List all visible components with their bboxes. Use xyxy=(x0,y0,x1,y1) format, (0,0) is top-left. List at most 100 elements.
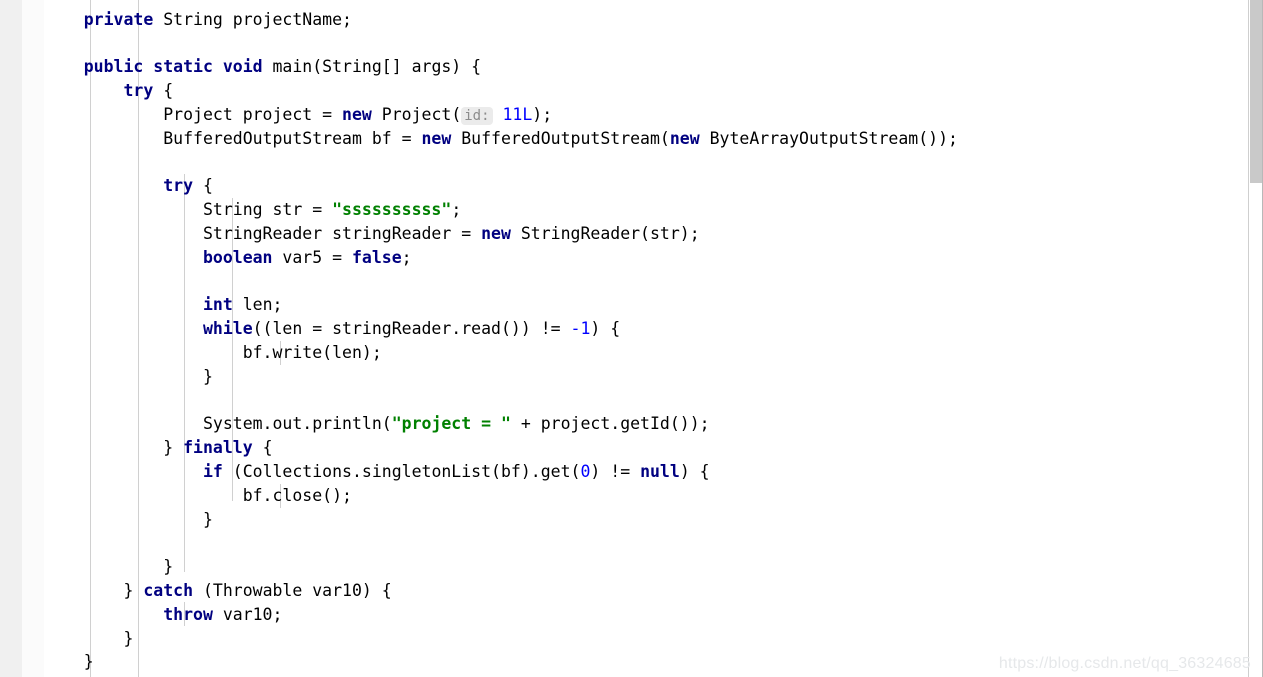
code-line[interactable]: Project project = new Project(id: 11L); xyxy=(44,103,958,127)
code-line[interactable]: } xyxy=(44,650,958,674)
editor-text-area[interactable]: private String projectName; public stati… xyxy=(44,0,1263,677)
code-line[interactable]: try { xyxy=(44,79,958,103)
code-line[interactable]: bf.close(); xyxy=(44,484,958,508)
code-token: { xyxy=(193,176,213,196)
watermark-text: https://blog.csdn.net/qq_36324685 xyxy=(998,655,1251,672)
code-line[interactable]: StringReader stringReader = new StringRe… xyxy=(44,222,958,246)
code-token: bf.write(len); xyxy=(242,342,382,362)
code-folding-strip[interactable] xyxy=(22,0,61,677)
code-line[interactable]: private String projectName; xyxy=(44,8,958,32)
code-line[interactable] xyxy=(44,0,958,8)
code-line[interactable]: } xyxy=(44,627,958,651)
code-token: try xyxy=(163,176,194,196)
code-line[interactable]: } catch (Throwable var10) { xyxy=(44,579,958,603)
parameter-hint: id: xyxy=(461,106,493,125)
code-line[interactable]: try { xyxy=(44,174,958,198)
code-line[interactable] xyxy=(44,32,958,56)
code-line[interactable] xyxy=(44,531,958,555)
code-token: ; xyxy=(401,247,412,267)
code-token: } xyxy=(163,438,184,458)
code-line[interactable]: while((len = stringReader.read()) != -1)… xyxy=(44,317,958,341)
code-token: } xyxy=(123,580,144,600)
code-token: (Collections.singletonList(bf).get( xyxy=(222,461,581,481)
code-line[interactable]: } xyxy=(44,508,958,532)
code-line[interactable]: String str = "ssssssssss"; xyxy=(44,198,958,222)
code-token: boolean xyxy=(202,247,273,267)
code-token: new xyxy=(481,223,511,243)
code-token: while xyxy=(202,319,253,339)
code-line[interactable]: BufferedOutputStream bf = new BufferedOu… xyxy=(44,127,958,151)
code-line[interactable]: if (Collections.singletonList(bf).get(0)… xyxy=(44,460,958,484)
code-token: ) != xyxy=(590,461,641,481)
code-token: throw xyxy=(163,604,213,624)
code-token: System.out.println( xyxy=(202,414,392,434)
code-token: new xyxy=(669,128,700,148)
code-token: ((len = stringReader.read()) != xyxy=(252,319,571,339)
code-token: } xyxy=(202,509,213,529)
vertical-scrollbar-track[interactable] xyxy=(1248,0,1263,677)
code-token: { xyxy=(252,438,273,458)
code-line[interactable]: int len; xyxy=(44,293,958,317)
code-token: 11L xyxy=(502,104,533,124)
code-line[interactable]: throw var10; xyxy=(44,603,958,627)
code-token: String projectName; xyxy=(153,9,352,29)
code-line[interactable] xyxy=(44,151,958,175)
code-token: StringReader stringReader = xyxy=(202,223,482,243)
code-token: } xyxy=(123,628,134,648)
code-token: null xyxy=(640,461,680,481)
code-line[interactable]: public static void main(String[] args) { xyxy=(44,55,958,79)
code-line[interactable]: boolean var5 = false; xyxy=(44,246,958,270)
code-token: bf.close(); xyxy=(242,485,352,505)
code-token: String str = xyxy=(202,200,333,220)
code-token: ); xyxy=(532,104,553,124)
code-line[interactable] xyxy=(44,389,958,413)
code-token: finally xyxy=(183,438,253,458)
code-token: int xyxy=(202,295,233,315)
code-line[interactable]: } xyxy=(44,555,958,579)
code-editor-window: private String projectName; public stati… xyxy=(0,0,1263,677)
code-token: private xyxy=(83,9,154,29)
vertical-scrollbar-thumb[interactable] xyxy=(1250,0,1262,183)
code-token: Project( xyxy=(371,104,462,124)
code-line[interactable]: } finally { xyxy=(44,436,958,460)
code-token: Project project = xyxy=(163,104,343,124)
code-token: { xyxy=(153,81,174,101)
code-line[interactable]: System.out.println("project = " + projec… xyxy=(44,412,958,436)
code-token: ) { xyxy=(590,319,621,339)
code-line[interactable]: bf.write(len); xyxy=(44,341,958,365)
code-line[interactable]: } xyxy=(44,365,958,389)
code-token: BufferedOutputStream bf = xyxy=(163,128,422,148)
code-token: BufferedOutputStream( xyxy=(451,128,670,148)
code-token: false xyxy=(351,247,402,267)
code-token: 0 xyxy=(580,461,591,481)
editor-gutter[interactable] xyxy=(0,0,22,677)
source-code[interactable]: private String projectName; public stati… xyxy=(44,0,958,674)
code-token: } xyxy=(202,366,213,386)
code-token: } xyxy=(163,557,174,577)
code-line[interactable] xyxy=(44,270,958,294)
code-token: new xyxy=(421,128,452,148)
code-token: public static void xyxy=(83,57,263,77)
code-token: if xyxy=(202,461,223,481)
code-token: -1 xyxy=(570,319,591,339)
